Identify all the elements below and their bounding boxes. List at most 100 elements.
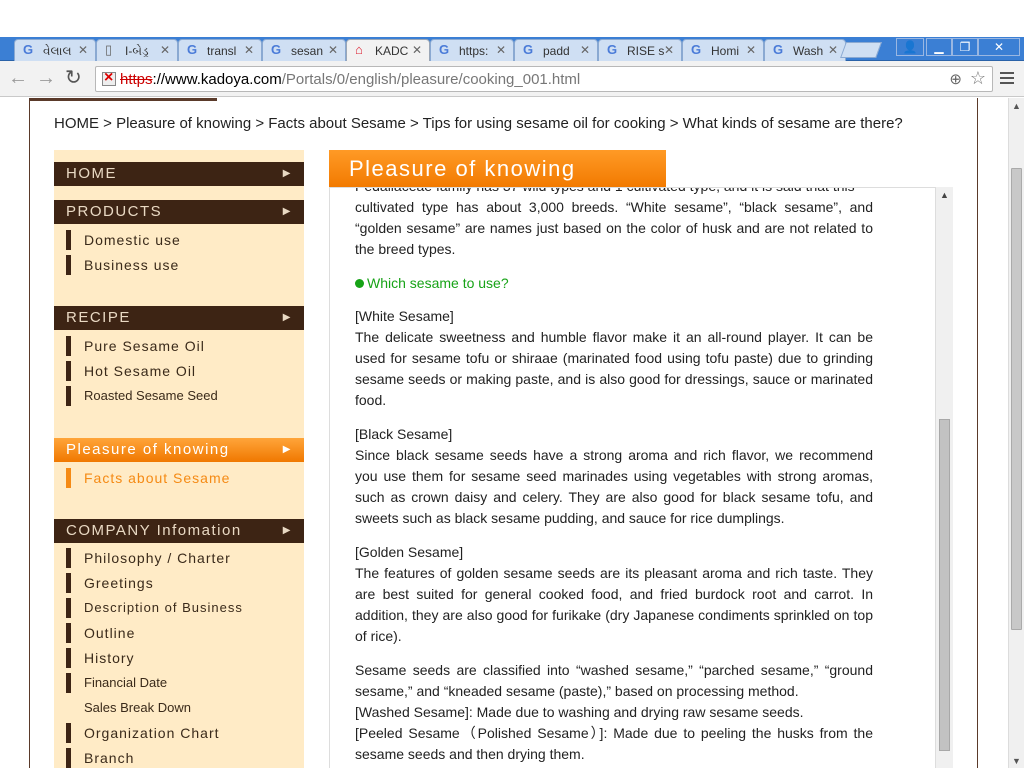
scroll-up-arrow-icon[interactable]: ▲ xyxy=(940,190,949,200)
address-bar[interactable]: https://www.kadoya.com/Portals/0/english… xyxy=(95,66,993,92)
insecure-lock-icon[interactable] xyxy=(102,69,116,87)
menu-head-label: HOME xyxy=(66,165,117,182)
restore-button[interactable]: ❐ xyxy=(952,38,978,56)
menu-products[interactable]: PRODUCTS ▶ xyxy=(54,200,304,224)
left-menu: HOME ▶ PRODUCTS ▶ Domestic use Business us… xyxy=(54,150,304,768)
menu-item-domestic-use[interactable]: Domestic use xyxy=(66,230,181,250)
article-frame[interactable]: Pedaliaceae family has 37 wild types and… xyxy=(329,187,953,768)
google-icon: G xyxy=(607,42,618,57)
menu-item-financial-date[interactable]: Financial Date xyxy=(66,673,167,693)
menu-item-roasted-sesame-seed[interactable]: Roasted Sesame Seed xyxy=(66,386,218,406)
minimize-button[interactable]: ▁ xyxy=(926,38,952,56)
tab-label: RISE s xyxy=(627,44,665,58)
close-icon[interactable]: ✕ xyxy=(412,43,422,57)
reload-icon[interactable]: ↻ xyxy=(65,68,82,88)
document-icon: ▯ xyxy=(105,42,113,57)
scroll-down-arrow-icon[interactable]: ▼ xyxy=(1012,756,1021,766)
close-icon[interactable]: ✕ xyxy=(746,43,756,57)
tab-9[interactable]: G Homi ✕ xyxy=(682,39,764,61)
tab-6[interactable]: G https: ✕ xyxy=(430,39,514,61)
intro-paragraph: cultivated type has about 3,000 breeds. … xyxy=(355,199,873,257)
browser-toolbar: ← → ↻ https://www.kadoya.com/Portals/0/e… xyxy=(0,61,1024,97)
menu-item-hot-sesame-oil[interactable]: Hot Sesame Oil xyxy=(66,361,196,381)
article-scroll-thumb[interactable] xyxy=(939,419,950,751)
forward-icon[interactable]: → xyxy=(36,68,56,88)
tab-label: વેલાલ xyxy=(43,44,72,58)
tab-1[interactable]: G વેલાલ ✕ xyxy=(14,39,96,61)
menu-item-description-of-business[interactable]: Description of Business xyxy=(66,598,243,618)
menu-item-organization-chart[interactable]: Organization Chart xyxy=(66,723,220,743)
menu-item-outline[interactable]: Outline xyxy=(66,623,135,643)
menu-home[interactable]: HOME ▶ xyxy=(54,162,304,186)
scroll-up-arrow-icon[interactable]: ▲ xyxy=(1012,101,1021,111)
arrow-right-icon: ▶ xyxy=(282,206,292,217)
bullet-dot-icon xyxy=(355,279,364,288)
tab-7[interactable]: G padd ✕ xyxy=(514,39,598,61)
url-text: https://www.kadoya.com/Portals/0/english… xyxy=(120,71,580,88)
menu-company-information[interactable]: COMPANY Infomation ▶ xyxy=(54,519,304,543)
peeled-sesame-line: [Peeled Sesame（Polished Sesame）]: Made d… xyxy=(355,725,873,762)
google-icon: G xyxy=(691,42,702,57)
google-icon: G xyxy=(23,42,34,57)
menu-item-pure-sesame-oil[interactable]: Pure Sesame Oil xyxy=(66,336,205,356)
black-sesame-body: Since black sesame seeds have a strong a… xyxy=(355,447,873,526)
classification-paragraph: Sesame seeds are classified into “washed… xyxy=(355,662,873,699)
close-icon[interactable]: ✕ xyxy=(828,43,838,57)
close-icon[interactable]: ✕ xyxy=(78,43,88,57)
tab-2[interactable]: ▯ I-બેડ્ર ✕ xyxy=(96,39,178,61)
profile-icon[interactable]: 👤 xyxy=(896,38,924,56)
close-icon[interactable]: ✕ xyxy=(244,43,254,57)
tab-4[interactable]: G sesan ✕ xyxy=(262,39,346,61)
menu-head-label: RECIPE xyxy=(66,309,131,326)
menu-item-philosophy-charter[interactable]: Philosophy / Charter xyxy=(66,548,231,568)
menu-pleasure-of-knowing[interactable]: Pleasure of knowing ▶ xyxy=(54,438,304,462)
close-icon[interactable]: ✕ xyxy=(496,43,506,57)
menu-item-business-use[interactable]: Business use xyxy=(66,255,179,275)
tab-label: padd xyxy=(543,44,570,58)
page-top-bar xyxy=(29,98,217,101)
menu-recipe[interactable]: RECIPE ▶ xyxy=(54,306,304,330)
chrome-menu-icon[interactable] xyxy=(1000,72,1014,86)
tab-label: https: xyxy=(459,44,489,58)
arrow-right-icon: ▶ xyxy=(282,312,292,323)
breadcrumb[interactable]: HOME > Pleasure of knowing > Facts about… xyxy=(54,115,903,132)
white-sesame-body: The delicate sweetness and humble flavor… xyxy=(355,329,873,408)
golden-sesame-body: The features of golden sesame seeds are … xyxy=(355,565,873,644)
article-scrollbar[interactable]: ▲ xyxy=(935,187,953,768)
tab-3[interactable]: G transl ✕ xyxy=(178,39,262,61)
tab-label: sesan xyxy=(291,44,324,58)
content-title-banner: Pleasure of knowing xyxy=(329,150,666,187)
close-icon[interactable]: ✕ xyxy=(580,43,590,57)
page-border xyxy=(977,98,978,768)
url-path: /Portals/0/english/pleasure/cooking_001.… xyxy=(281,71,581,88)
menu-item-facts-about-sesame[interactable]: Facts about Sesame xyxy=(66,468,230,488)
menu-item-greetings[interactable]: Greetings xyxy=(66,573,154,593)
close-window-button[interactable]: ✕ xyxy=(978,38,1020,56)
google-icon: G xyxy=(773,42,784,57)
page-scrollbar[interactable]: ▲ ▼ xyxy=(1008,98,1024,768)
tab-label: I-બેડ્ર xyxy=(125,44,149,58)
close-icon[interactable]: ✕ xyxy=(328,43,338,57)
page-viewport: HOME > Pleasure of knowing > Facts about… xyxy=(0,98,1008,768)
tab-label: Homi xyxy=(711,44,740,58)
menu-item-history[interactable]: History xyxy=(66,648,135,668)
zoom-icon[interactable]: ⊕ xyxy=(949,70,962,88)
tab-10[interactable]: G Wash ✕ xyxy=(764,39,846,61)
section-heading: Which sesame to use? xyxy=(355,273,873,294)
arrow-right-icon: ▶ xyxy=(282,168,292,179)
new-tab-button[interactable] xyxy=(840,42,882,58)
close-icon[interactable]: ✕ xyxy=(664,43,674,57)
white-sesame-title: [White Sesame] xyxy=(355,308,454,324)
tab-5-active[interactable]: ⌂ KADC ✕ xyxy=(346,39,430,61)
intro-cut-line: Pedaliaceae family has 37 wild types and… xyxy=(355,188,873,197)
close-icon[interactable]: ✕ xyxy=(160,43,170,57)
tab-8[interactable]: G RISE s ✕ xyxy=(598,39,682,61)
menu-item-sales-break-down[interactable]: Sales Break Down xyxy=(66,698,191,718)
page-scroll-thumb[interactable] xyxy=(1011,168,1022,630)
url-scheme: https xyxy=(120,71,153,88)
menu-item-branch[interactable]: Branch xyxy=(66,748,134,768)
bookmark-star-icon[interactable]: ☆ xyxy=(970,68,986,89)
google-icon: G xyxy=(187,42,198,57)
arrow-right-icon: ▶ xyxy=(282,525,292,536)
back-icon[interactable]: ← xyxy=(8,68,28,88)
